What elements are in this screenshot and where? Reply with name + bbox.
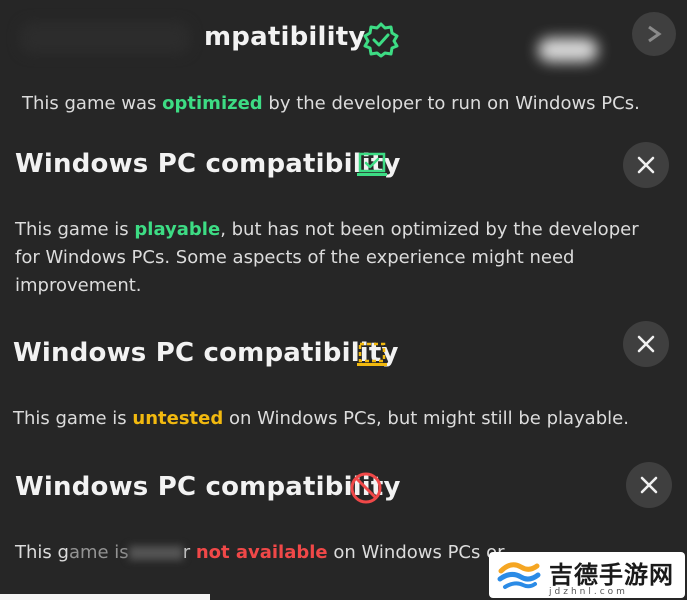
section-title-not-available: Windows PC compatibility [15,472,401,502]
description-text: This game is [15,219,135,240]
dashed-screen-icon [357,342,387,366]
bottom-strip [0,594,210,600]
section-title-untested: Windows PC compatibility [13,338,399,368]
watermark-text: 吉德手游网 [549,561,674,589]
blurred-region [538,38,598,62]
description-text: This game was [22,93,163,114]
description-text: r [182,542,196,563]
close-button[interactable] [626,462,672,508]
status-highlight: optimized [162,93,263,114]
watermark: 吉德手游网 jdzhnl.com [489,552,685,598]
description-text: on Windows PCs, but might still be playa… [223,408,629,429]
prohibited-icon [350,472,382,504]
section-description: This game was optimized by the developer… [22,90,662,118]
blurred-region [20,22,190,54]
close-button[interactable] [632,12,676,56]
close-button[interactable] [623,142,669,188]
verified-badge-icon [363,22,399,58]
wave-logo-icon [497,559,541,591]
section-description: This game is untested on Windows PCs, bu… [13,405,663,433]
section-description: This game is r not available on Windows P… [15,539,535,567]
close-icon [640,476,658,494]
close-button[interactable] [623,321,669,367]
description-text: by the developer to run on Windows PCs. [262,93,640,114]
status-highlight: not available [195,542,328,563]
compatibility-screen: mpatibility This game was optimized by t… [0,0,687,600]
status-highlight: untested [132,408,224,429]
description-text: This g [15,542,69,563]
laptop-check-icon [357,152,387,176]
blurred-text [128,546,183,560]
section-title-playable: Windows PC compatibility [15,149,401,179]
description-text: on Windows PCs or [327,542,505,563]
close-icon [637,156,655,174]
section-title-optimized: mpatibility [204,22,366,52]
status-highlight: playable [134,219,221,240]
close-icon [648,25,662,43]
description-text: This game is [13,408,133,429]
description-text: ame is [68,542,129,563]
watermark-subtext: jdzhnl.com [549,587,628,597]
close-icon [637,335,655,353]
section-description: This game is playable, but has not been … [15,216,655,300]
